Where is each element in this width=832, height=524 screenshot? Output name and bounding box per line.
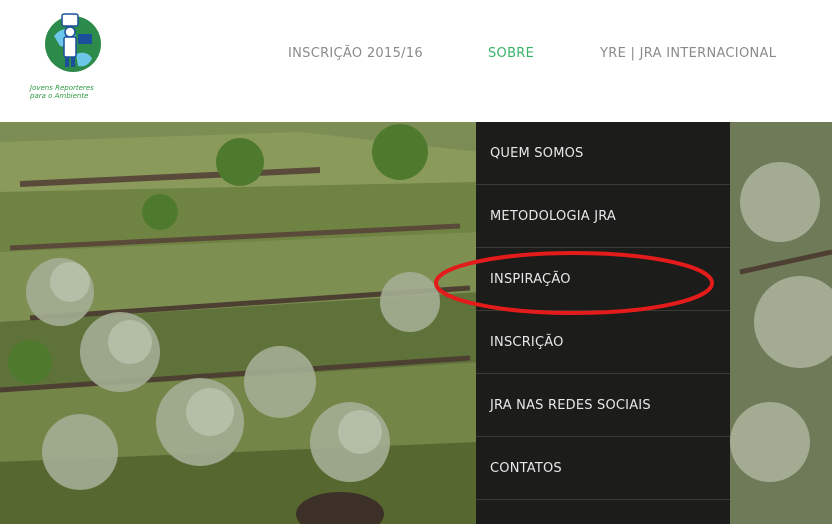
nav-item-sobre[interactable]: SOBRE — [488, 46, 534, 61]
menu-item-inspiracao[interactable]: INSPIRAÇÃO — [476, 248, 730, 311]
menu-item-inscricao[interactable]: INSCRIÇÃO — [476, 311, 730, 374]
globe-logo-icon — [45, 13, 101, 72]
nav-item-yre-jra-internacional[interactable]: YRE | JRA INTERNACIONAL — [600, 46, 776, 61]
menu-item-contatos[interactable]: CONTATOS — [476, 437, 730, 500]
menu-item-metodologia-jra[interactable]: METODOLOGIA JRA — [476, 185, 730, 248]
site-header: Jovens Reporteres para o Ambiente INSCRI… — [0, 0, 832, 122]
menu-item-jra-nas-redes-sociais[interactable]: JRA NAS REDES SOCIAIS — [476, 374, 730, 437]
logo-line-2: para o Ambiente — [30, 92, 89, 100]
nav-item-inscricao[interactable]: INSCRIÇÃO 2015/16 — [288, 46, 423, 61]
logo-line-1: Jovens Reporteres — [30, 84, 94, 92]
sobre-dropdown-menu: QUEM SOMOS METODOLOGIA JRA INSPIRAÇÃO IN… — [476, 122, 730, 524]
logo-caption: Jovens Reporteres para o Ambiente — [30, 84, 116, 100]
menu-item-label: METODOLOGIA JRA — [490, 209, 617, 224]
menu-item-label: QUEM SOMOS — [490, 146, 584, 161]
menu-item-label: INSCRIÇÃO — [490, 335, 564, 350]
menu-item-label: CONTATOS — [490, 461, 562, 476]
menu-item-quem-somos[interactable]: QUEM SOMOS — [476, 122, 730, 185]
site-logo[interactable]: Jovens Reporteres para o Ambiente — [30, 6, 116, 106]
menu-item-label: INSPIRAÇÃO — [490, 272, 571, 287]
menu-item-label: JRA NAS REDES SOCIAIS — [490, 398, 651, 413]
